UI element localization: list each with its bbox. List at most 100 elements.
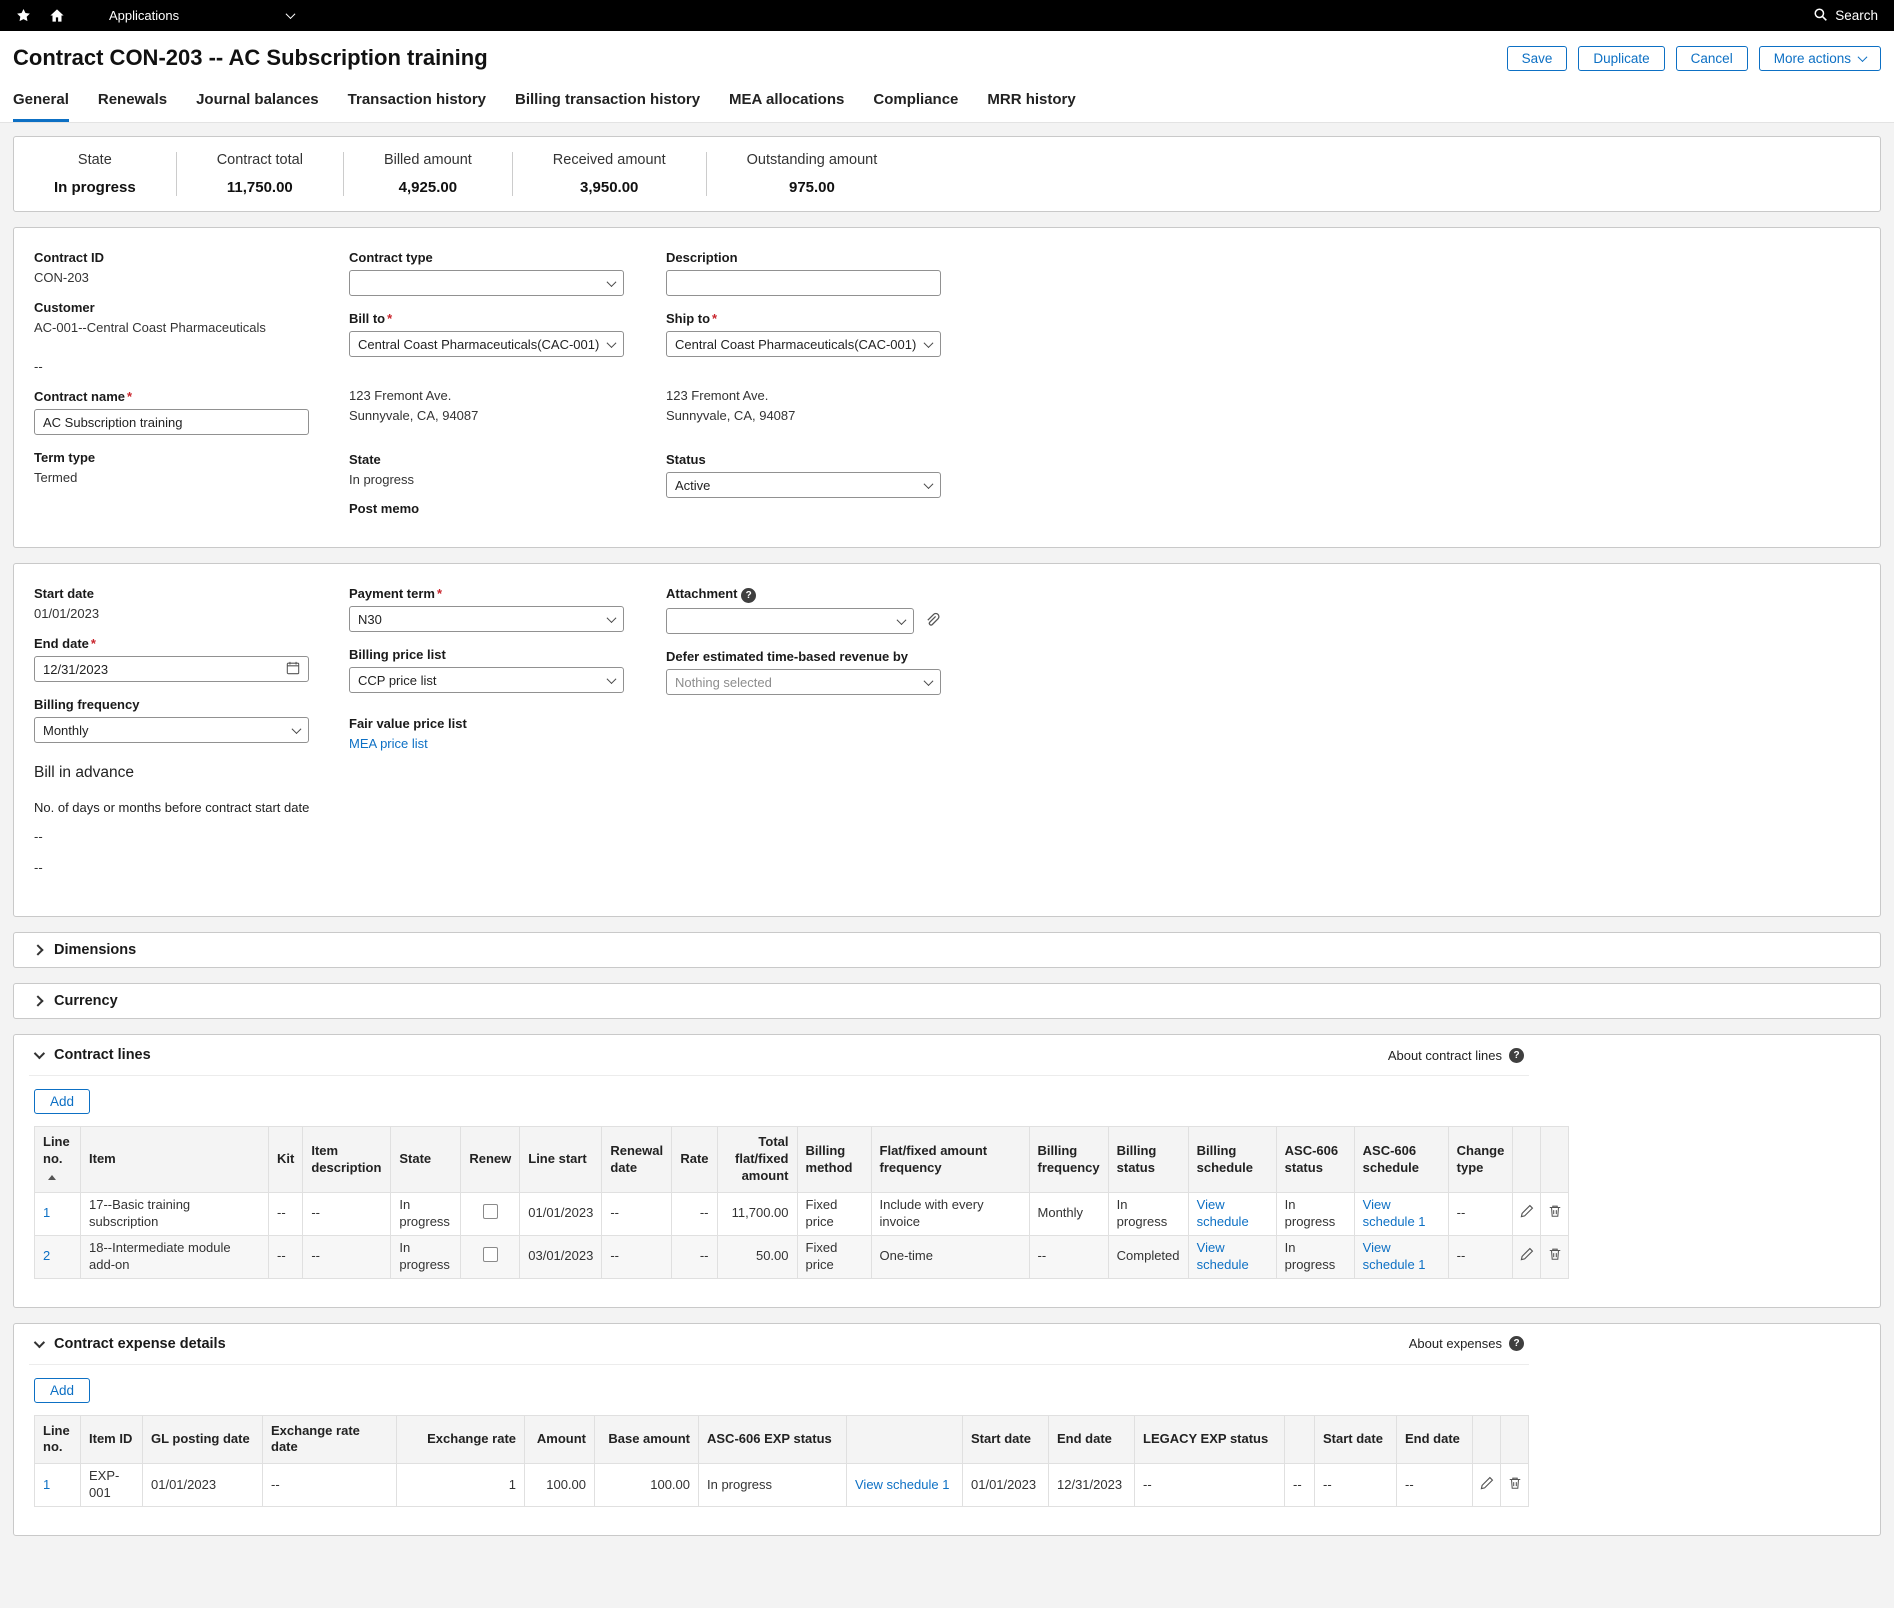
currency-section-header[interactable]: Currency: [13, 983, 1881, 1019]
chevron-down-icon: [897, 615, 907, 625]
ship-to-select[interactable]: Central Coast Pharmaceuticals(CAC-001): [666, 331, 941, 357]
favorites-star-icon[interactable]: [16, 8, 31, 23]
tab-mea-allocations[interactable]: MEA allocations: [729, 91, 844, 122]
asc606-exp-status-cell: In progress: [699, 1464, 847, 1507]
tab-billing-transaction-history[interactable]: Billing transaction history: [515, 91, 700, 122]
view-asc606-schedule-link[interactable]: View schedule 1: [1363, 1240, 1426, 1272]
description-input[interactable]: [675, 276, 932, 291]
about-contract-lines-label: About contract lines: [1388, 1048, 1502, 1063]
contract-name-field[interactable]: [34, 409, 309, 435]
expense-row: 1 EXP-001 01/01/2023 -- 1 100.00 100.00 …: [35, 1464, 1529, 1507]
view-schedule-link[interactable]: View schedule 1: [855, 1477, 949, 1492]
mea-price-list-link[interactable]: MEA price list: [349, 736, 428, 751]
tab-compliance[interactable]: Compliance: [873, 91, 958, 122]
chevron-down-icon: [924, 479, 934, 489]
col-asc606-status: ASC-606 status: [1276, 1127, 1354, 1193]
contract-type-select[interactable]: [349, 270, 624, 296]
ship-to-value: Central Coast Pharmaceuticals(CAC-001): [675, 337, 925, 352]
col-edit: [1473, 1415, 1501, 1464]
paperclip-icon[interactable]: [924, 612, 940, 631]
dimensions-section-header[interactable]: Dimensions: [13, 932, 1881, 968]
billing-method-cell: Fixed price: [797, 1235, 871, 1278]
view-asc606-schedule-link[interactable]: View schedule 1: [1363, 1197, 1426, 1229]
renew-checkbox[interactable]: [483, 1247, 498, 1262]
col-asc606-schedule: ASC-606 schedule: [1354, 1127, 1448, 1193]
save-button[interactable]: Save: [1507, 46, 1568, 71]
bill-to-select[interactable]: Central Coast Pharmaceuticals(CAC-001): [349, 331, 624, 357]
contract-name-input[interactable]: [43, 415, 300, 430]
help-icon[interactable]: ?: [1509, 1048, 1524, 1063]
tab-renewals[interactable]: Renewals: [98, 91, 167, 122]
home-icon[interactable]: [49, 8, 65, 23]
chevron-right-icon: [32, 996, 43, 1007]
delete-line-button[interactable]: [1541, 1235, 1569, 1278]
help-icon[interactable]: ?: [741, 588, 756, 603]
item-cell: 18--Intermediate module add-on: [81, 1235, 269, 1278]
attachment-select[interactable]: [666, 608, 914, 634]
flat-fixed-amount-frequency-cell: Include with every invoice: [871, 1192, 1029, 1235]
line-number-link[interactable]: 2: [43, 1248, 50, 1263]
customer-link[interactable]: AC-001--Central Coast Pharmaceuticals: [34, 320, 266, 335]
renew-checkbox[interactable]: [483, 1204, 498, 1219]
end-date-field[interactable]: [34, 656, 309, 682]
billing-price-list-select[interactable]: CCP price list: [349, 667, 624, 693]
contract-lines-header-row: Line no. Item Kit Item description State…: [35, 1127, 1569, 1193]
view-billing-schedule-link[interactable]: View schedule: [1197, 1240, 1249, 1272]
kit-cell: --: [269, 1235, 303, 1278]
status-select[interactable]: Active: [666, 472, 941, 498]
billing-price-list-value: CCP price list: [358, 673, 608, 688]
contract-summary-bar: State In progress Contract total 11,750.…: [13, 136, 1881, 212]
defer-revenue-placeholder: Nothing selected: [675, 675, 925, 690]
collapse-section-icon[interactable]: [34, 1336, 45, 1347]
collapse-section-icon[interactable]: [34, 1048, 45, 1059]
bill-to-address: 123 Fremont Ave. Sunnyvale, CA, 94087: [349, 386, 478, 426]
required-asterisk: *: [387, 311, 392, 326]
chevron-down-icon: [286, 9, 296, 19]
line-start-cell: 03/01/2023: [520, 1235, 602, 1278]
help-icon[interactable]: ?: [1509, 1336, 1524, 1351]
tab-general[interactable]: General: [13, 91, 69, 122]
item-id-cell: EXP-001: [81, 1464, 143, 1507]
search-button[interactable]: Search: [1813, 7, 1878, 25]
duplicate-button[interactable]: Duplicate: [1578, 46, 1664, 71]
required-asterisk: *: [91, 636, 96, 651]
edit-expense-button[interactable]: [1473, 1464, 1501, 1507]
delete-line-button[interactable]: [1541, 1192, 1569, 1235]
add-expense-button[interactable]: Add: [34, 1378, 90, 1403]
calendar-icon[interactable]: [286, 661, 300, 678]
renewal-date-cell: --: [602, 1192, 672, 1235]
legacy-exp-status-cell: --: [1135, 1464, 1285, 1507]
delete-expense-button[interactable]: [1501, 1464, 1529, 1507]
edit-line-button[interactable]: [1513, 1235, 1541, 1278]
applications-menu[interactable]: Applications: [109, 8, 294, 23]
item-description-cell: --: [303, 1192, 391, 1235]
cancel-button[interactable]: Cancel: [1676, 46, 1748, 71]
contract-expenses-table: Line no. Item ID GL posting date Exchang…: [34, 1415, 1529, 1508]
billing-frequency-value: Monthly: [43, 723, 293, 738]
billing-frequency-label: Billing frequency: [34, 697, 139, 712]
end-date-input[interactable]: [43, 662, 286, 677]
contract-expense-details-section: Contract expense details About expenses …: [13, 1323, 1881, 1537]
billing-frequency-select[interactable]: Monthly: [34, 717, 309, 743]
description-field[interactable]: [666, 270, 941, 296]
tab-journal-balances[interactable]: Journal balances: [196, 91, 319, 122]
defer-revenue-select[interactable]: Nothing selected: [666, 669, 941, 695]
tab-mrr-history[interactable]: MRR history: [987, 91, 1075, 122]
edit-line-button[interactable]: [1513, 1192, 1541, 1235]
col-billing-method: Billing method: [797, 1127, 871, 1193]
summary-received-amount-value: 3,950.00: [553, 179, 666, 196]
line-number-link[interactable]: 1: [43, 1205, 50, 1220]
summary-contract-total: Contract total 11,750.00: [176, 152, 343, 196]
state-value: In progress: [349, 472, 414, 487]
chevron-down-icon: [924, 676, 934, 686]
view-billing-schedule-link[interactable]: View schedule: [1197, 1197, 1249, 1229]
page-header: Contract CON-203 -- AC Subscription trai…: [0, 31, 1894, 123]
line-number-link[interactable]: 1: [43, 1477, 50, 1492]
more-actions-button[interactable]: More actions: [1759, 46, 1881, 71]
expenses-header-row: Line no. Item ID GL posting date Exchang…: [35, 1415, 1529, 1464]
add-contract-line-button[interactable]: Add: [34, 1089, 90, 1114]
applications-label: Applications: [109, 8, 179, 23]
payment-term-select[interactable]: N30: [349, 606, 624, 632]
tab-transaction-history[interactable]: Transaction history: [348, 91, 486, 122]
col-line-no[interactable]: Line no.: [35, 1127, 81, 1193]
